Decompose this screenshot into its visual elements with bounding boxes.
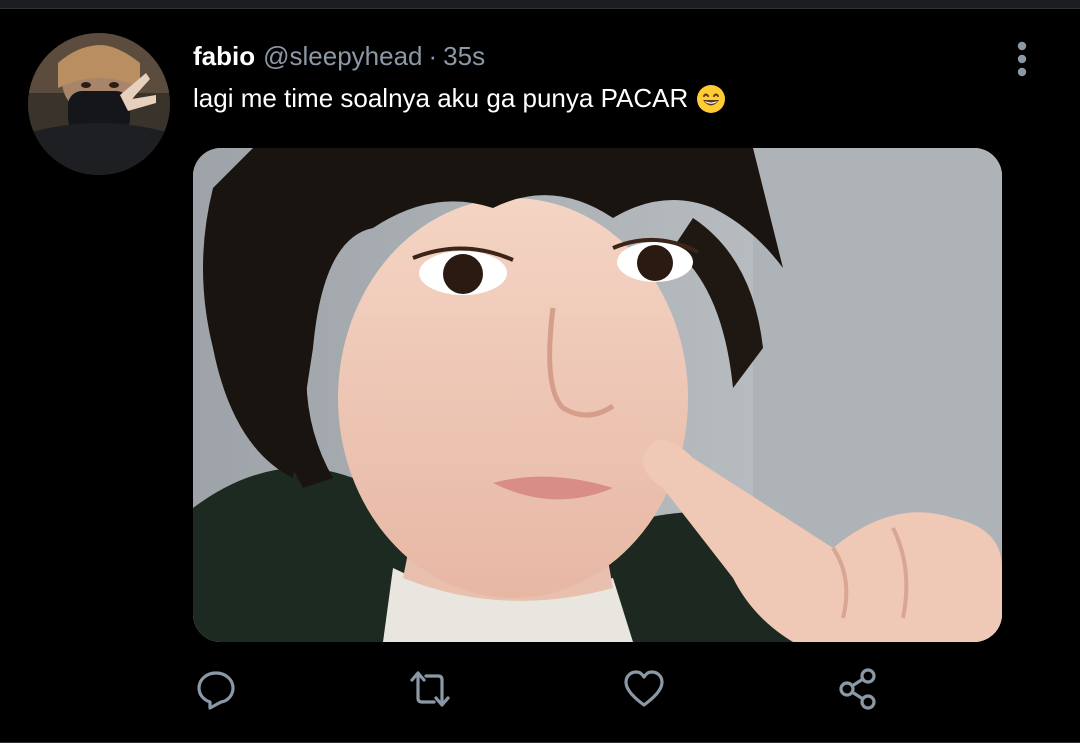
tweet-text: lagi me time soalnya aku ga punya PACAR	[193, 83, 726, 114]
top-divider	[0, 0, 1080, 9]
avatar[interactable]	[28, 33, 170, 175]
avatar-image	[28, 33, 170, 175]
tweet-body: lagi me time soalnya aku ga punya PACAR	[193, 83, 689, 113]
heart-icon	[624, 670, 664, 707]
share-button[interactable]	[834, 666, 882, 712]
tweet-actions	[0, 666, 1080, 712]
reply-icon	[197, 671, 235, 710]
display-name[interactable]: fabio	[193, 41, 255, 72]
tweet[interactable]: fabio @sleepyhead · 35s lagi me time soa…	[0, 9, 1080, 742]
tweet-header: fabio @sleepyhead · 35s	[193, 41, 485, 73]
share-icon	[839, 668, 876, 710]
photo-image	[193, 148, 1002, 642]
separator-dot: ·	[428, 41, 438, 71]
more-options-button[interactable]	[1004, 39, 1040, 79]
retweet-button[interactable]	[406, 666, 454, 712]
more-vertical-icon	[1017, 41, 1027, 77]
tweet-media-photo[interactable]	[193, 148, 1002, 642]
like-button[interactable]	[620, 666, 668, 712]
reply-button[interactable]	[192, 666, 240, 712]
retweet-icon	[410, 671, 450, 707]
timestamp[interactable]: 35s	[443, 41, 485, 72]
user-handle[interactable]: @sleepyhead	[263, 41, 422, 72]
grinning-face-icon	[696, 84, 726, 114]
